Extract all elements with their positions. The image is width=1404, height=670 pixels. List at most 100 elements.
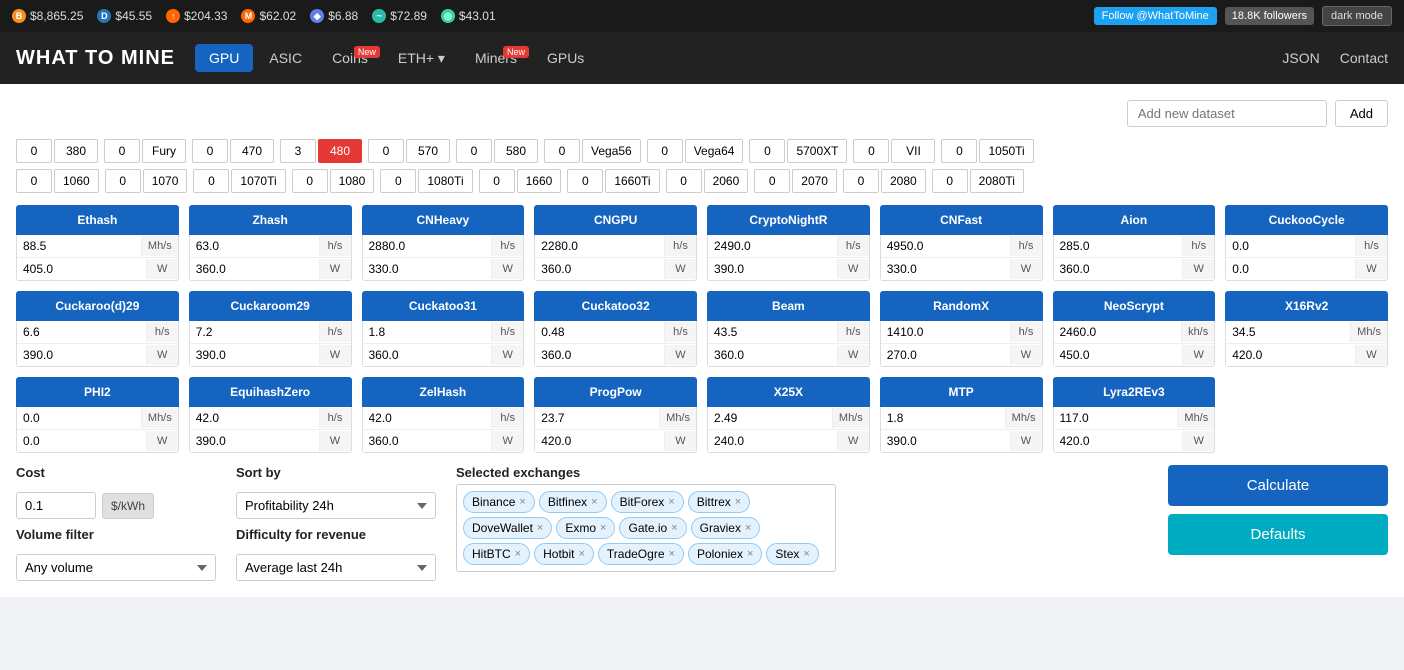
difficulty-select[interactable]: Average last 24h Current [236,554,436,581]
algo-power-input[interactable] [363,430,492,452]
algo-power-input[interactable] [1054,258,1183,280]
exchange-tag-graviex[interactable]: Graviex× [691,517,761,539]
nav-item-asic[interactable]: ASIC [255,44,316,72]
exchange-remove-icon[interactable]: × [519,496,525,508]
algo-hashrate-input[interactable] [190,407,319,429]
algo-power-input[interactable] [190,258,319,280]
dataset-input[interactable] [1127,100,1327,127]
algo-hashrate-input[interactable] [363,235,492,257]
algo-hashrate-input[interactable] [881,321,1010,343]
exchange-remove-icon[interactable]: × [668,496,674,508]
algo-button[interactable]: Zhash [189,205,352,235]
exchange-tag-bitfinex[interactable]: Bitfinex× [539,491,607,513]
gpu-count-1070ti[interactable] [193,169,229,193]
algo-button[interactable]: CuckooCycle [1225,205,1388,235]
gpu-count-2080[interactable] [843,169,879,193]
algo-power-input[interactable] [881,258,1010,280]
exchange-tag-hotbit[interactable]: Hotbit× [534,543,594,565]
algo-hashrate-input[interactable] [17,407,141,429]
nav-contact[interactable]: Contact [1340,50,1388,66]
algo-button[interactable]: NeoScrypt [1053,291,1216,321]
gpu-count-1080[interactable] [292,169,328,193]
algo-power-input[interactable] [363,344,492,366]
algo-hashrate-input[interactable] [708,235,837,257]
algo-button[interactable]: CryptoNightR [707,205,870,235]
algo-power-input[interactable] [17,258,146,280]
algo-power-input[interactable] [881,430,1010,452]
algo-button[interactable]: EquihashZero [189,377,352,407]
algo-power-input[interactable] [1054,344,1183,366]
exchange-tag-poloniex[interactable]: Poloniex× [688,543,762,565]
algo-power-input[interactable] [190,344,319,366]
algo-button[interactable]: Ethash [16,205,179,235]
exchange-remove-icon[interactable]: × [735,496,741,508]
add-dataset-button[interactable]: Add [1335,100,1388,127]
exchange-remove-icon[interactable]: × [515,548,521,560]
algo-power-input[interactable] [1226,344,1355,366]
algo-power-input[interactable] [708,344,837,366]
algo-power-input[interactable] [535,430,664,452]
exchange-tag-exmo[interactable]: Exmo× [556,517,615,539]
algo-button[interactable]: ZelHash [362,377,525,407]
sort-select[interactable]: Profitability 24h Profitability 72h Reve… [236,492,436,519]
exchange-remove-icon[interactable]: × [669,548,675,560]
exchange-remove-icon[interactable]: × [803,548,809,560]
gpu-count-1660[interactable] [479,169,515,193]
algo-hashrate-input[interactable] [1054,235,1183,257]
exchange-tag-stex[interactable]: Stex× [766,543,818,565]
algo-button[interactable]: Cuckaroo(d)29 [16,291,179,321]
algo-button[interactable]: Beam [707,291,870,321]
algo-hashrate-input[interactable] [1054,407,1178,429]
algo-hashrate-input[interactable] [535,235,664,257]
algo-button[interactable]: CNGPU [534,205,697,235]
algo-power-input[interactable] [1226,258,1355,280]
exchange-tag-binance[interactable]: Binance× [463,491,535,513]
algo-button[interactable]: X16Rv2 [1225,291,1388,321]
gpu-count-1660ti[interactable] [567,169,603,193]
exchange-tag-tradeogre[interactable]: TradeOgre× [598,543,684,565]
algo-hashrate-input[interactable] [535,407,659,429]
algo-button[interactable]: PHI2 [16,377,179,407]
algo-power-input[interactable] [1054,430,1183,452]
nav-item-gpus[interactable]: GPUs [533,44,598,72]
gpu-count-580[interactable] [456,139,492,163]
algo-power-input[interactable] [17,430,146,452]
exchange-tag-bittrex[interactable]: Bittrex× [688,491,750,513]
exchange-remove-icon[interactable]: × [600,522,606,534]
gpu-count-1060[interactable] [16,169,52,193]
algo-hashrate-input[interactable] [708,407,832,429]
exchange-remove-icon[interactable]: × [671,522,677,534]
algo-button[interactable]: Lyra2REv3 [1053,377,1216,407]
algo-hashrate-input[interactable] [190,321,319,343]
algo-power-input[interactable] [363,258,492,280]
algo-button[interactable]: X25X [707,377,870,407]
volume-select[interactable]: Any volume [16,554,216,581]
algo-hashrate-input[interactable] [881,407,1005,429]
algo-hashrate-input[interactable] [881,235,1010,257]
algo-button[interactable]: CNHeavy [362,205,525,235]
nav-item-miners[interactable]: Miners New [461,44,531,72]
gpu-count-vega56[interactable] [544,139,580,163]
algo-hashrate-input[interactable] [17,235,141,257]
gpu-count-2080ti[interactable] [932,169,968,193]
algo-power-input[interactable] [190,430,319,452]
exchange-remove-icon[interactable]: × [747,548,753,560]
algo-button[interactable]: ProgPow [534,377,697,407]
algo-power-input[interactable] [881,344,1010,366]
algo-hashrate-input[interactable] [190,235,319,257]
algo-hashrate-input[interactable] [1226,235,1355,257]
gpu-count-2070[interactable] [754,169,790,193]
defaults-button[interactable]: Defaults [1168,514,1388,555]
algo-hashrate-input[interactable] [1226,321,1350,343]
exchange-tag-bitforex[interactable]: BitForex× [611,491,684,513]
cost-input[interactable] [16,492,96,519]
exchange-remove-icon[interactable]: × [745,522,751,534]
gpu-count-1070[interactable] [105,169,141,193]
exchange-tag-gate.io[interactable]: Gate.io× [619,517,686,539]
algo-power-input[interactable] [535,344,664,366]
calculate-button[interactable]: Calculate [1168,465,1388,506]
algo-button[interactable]: RandomX [880,291,1043,321]
exchange-tag-dovewallet[interactable]: DoveWallet× [463,517,552,539]
gpu-count-5700xt[interactable] [749,139,785,163]
algo-hashrate-input[interactable] [1054,321,1182,343]
